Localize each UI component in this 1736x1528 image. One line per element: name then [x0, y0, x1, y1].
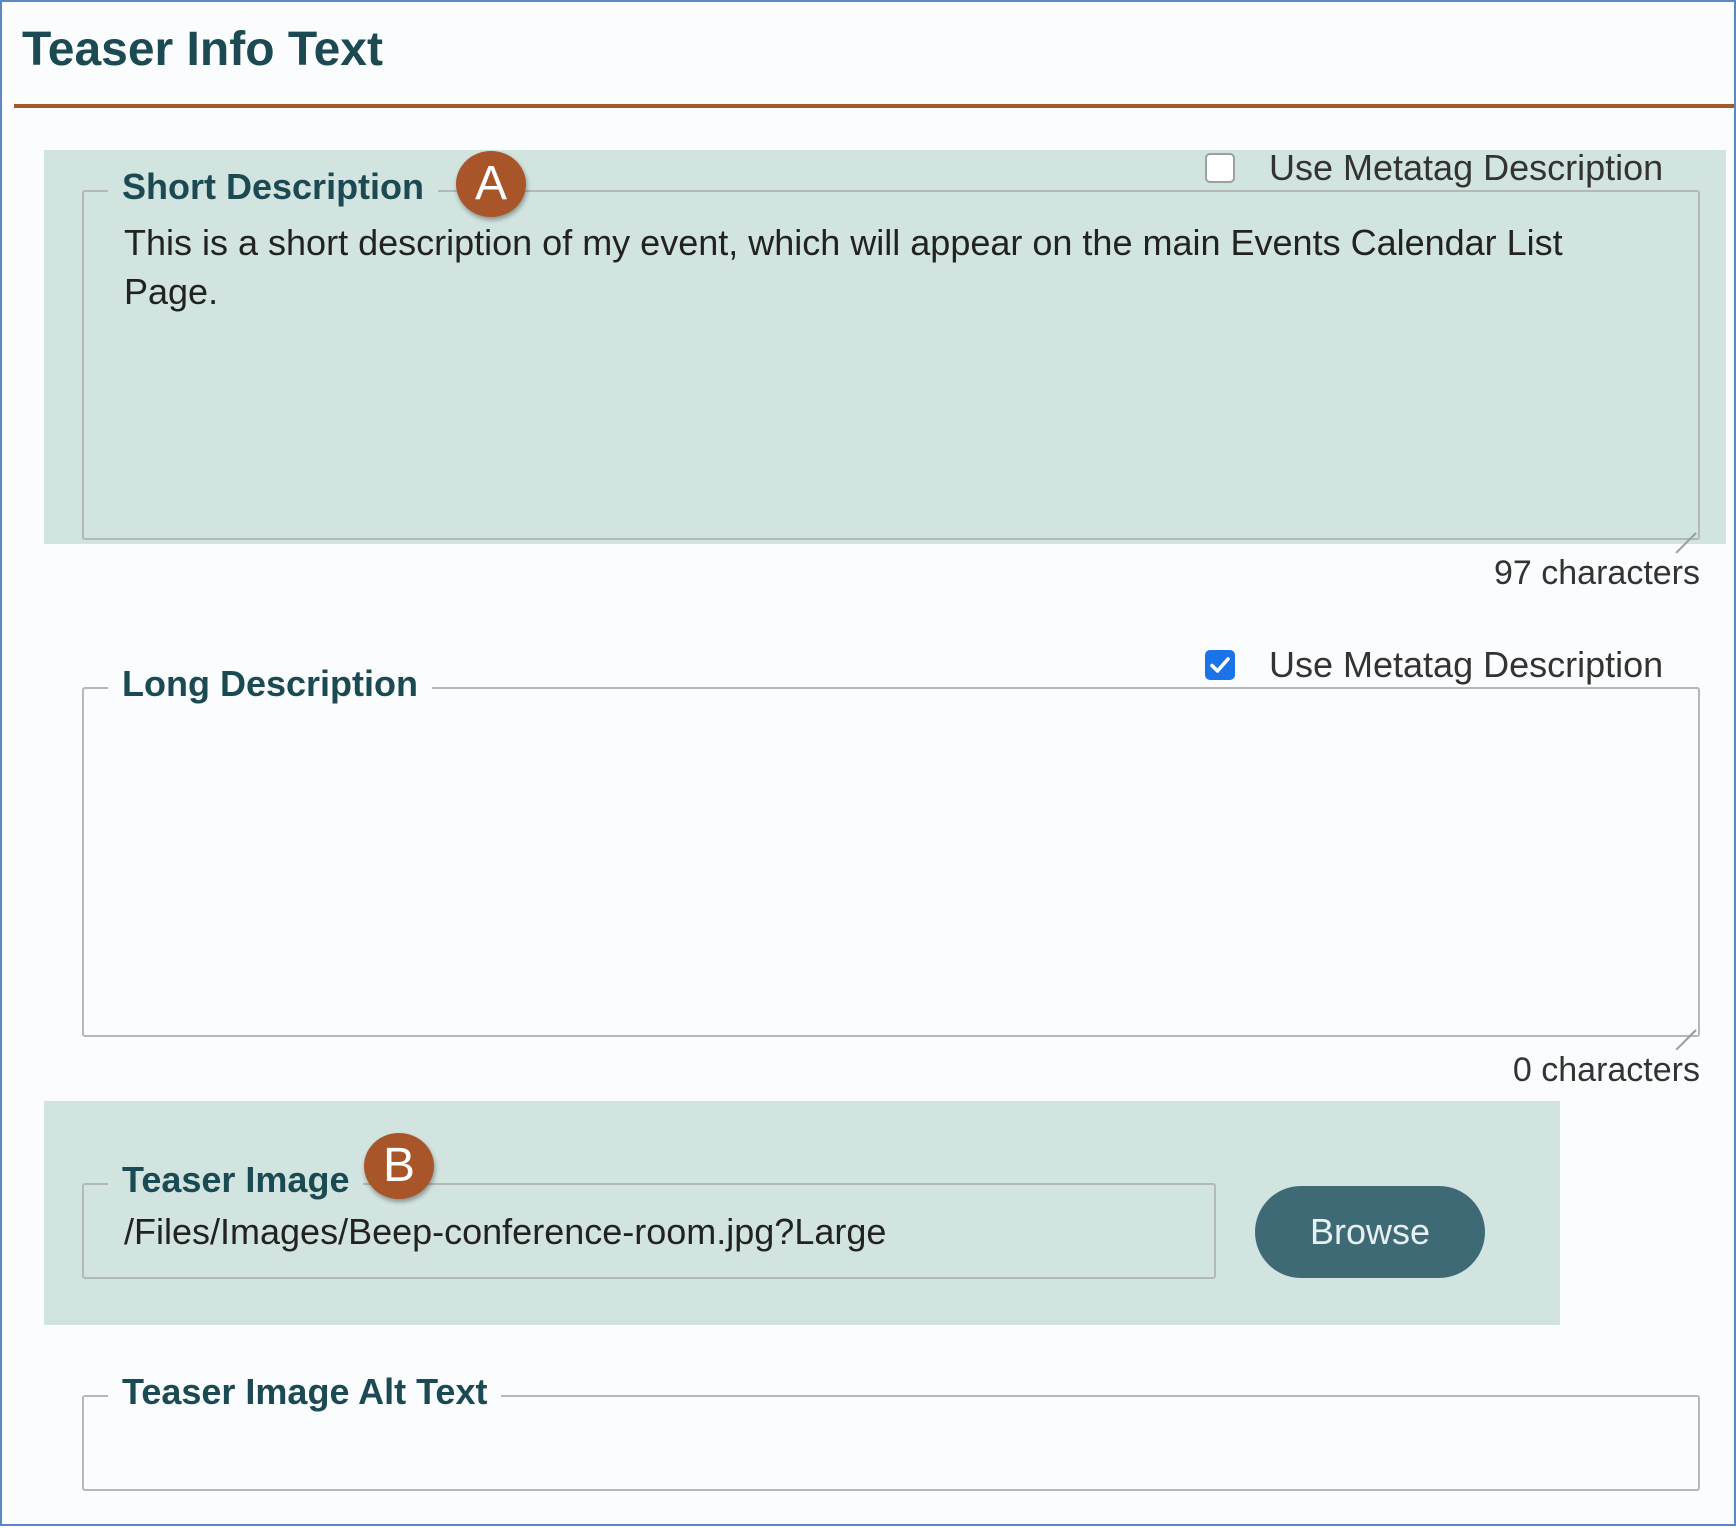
- title-divider: [14, 104, 1734, 108]
- long-description-char-count: 0 characters: [1512, 1051, 1700, 1089]
- short-description-fieldset: Short Description This is a short descri…: [82, 167, 1700, 540]
- short-description-legend: Short Description: [108, 167, 439, 207]
- teaser-image-fieldset: Teaser Image /Files/Images/Beep-conferen…: [82, 1160, 1216, 1279]
- teaser-image-path-input[interactable]: /Files/Images/Beep-conference-room.jpg?L…: [124, 1207, 1184, 1256]
- short-description-metatag-checkbox[interactable]: [1205, 153, 1235, 183]
- long-description-metatag-label: Use Metatag Description: [1269, 644, 1664, 685]
- teaser-alt-text-fieldset: Teaser Image Alt Text: [82, 1372, 1700, 1491]
- teaser-info-panel: Teaser Info Text Use Metatag Description…: [0, 0, 1736, 1526]
- short-description-metatag-label: Use Metatag Description: [1269, 147, 1664, 188]
- short-description-textarea[interactable]: This is a short description of my event,…: [124, 218, 1664, 316]
- short-description-metatag-toggle[interactable]: Use Metatag Description: [1205, 147, 1663, 189]
- resize-handle-icon[interactable]: [1674, 1011, 1696, 1033]
- annotation-marker-a: A: [456, 151, 526, 217]
- teaser-alt-text-legend: Teaser Image Alt Text: [108, 1372, 502, 1412]
- long-description-legend: Long Description: [108, 664, 432, 704]
- annotation-marker-b: B: [364, 1133, 434, 1199]
- short-description-char-count: 97 characters: [1494, 554, 1700, 592]
- long-description-metatag-toggle[interactable]: Use Metatag Description: [1205, 644, 1663, 686]
- long-description-fieldset: Long Description: [82, 664, 1700, 1037]
- checkmark-icon: [1210, 657, 1230, 673]
- page-title: Teaser Info Text: [22, 23, 383, 76]
- resize-handle-icon[interactable]: [1674, 514, 1696, 536]
- browse-button[interactable]: Browse: [1255, 1186, 1485, 1278]
- long-description-metatag-checkbox[interactable]: [1205, 650, 1235, 680]
- teaser-image-legend: Teaser Image: [108, 1160, 364, 1200]
